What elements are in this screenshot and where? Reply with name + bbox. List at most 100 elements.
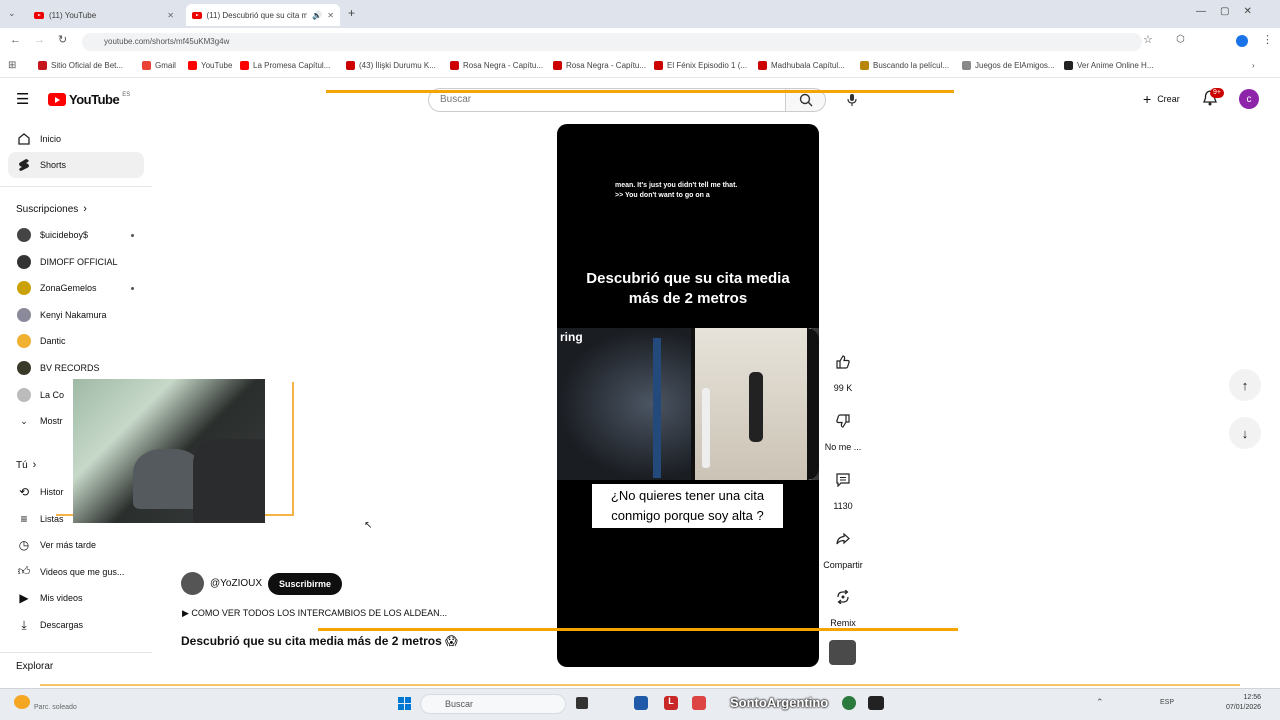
you-item[interactable]: 👍︎ Videos que me gus... [8, 559, 144, 585]
close-tab-icon[interactable]: ✕ [327, 11, 334, 20]
reload-icon[interactable]: ↻ [58, 33, 67, 46]
taskbar-search-label: Buscar [445, 699, 474, 709]
subscription-label: ZonaGemelos [40, 283, 97, 294]
bookmark-item[interactable]: Sitio Oficial de Bet... [38, 61, 123, 70]
like-button[interactable]: 99 K [822, 345, 864, 393]
sidebar-item-shorts[interactable]: Shorts [8, 152, 144, 178]
bookmark-item[interactable]: Buscando la películ... [860, 61, 949, 70]
menu-kebab-icon[interactable]: ⋮ [1262, 33, 1273, 46]
mouse-cursor-icon: ↖ [364, 520, 373, 531]
browser-tab-youtube[interactable]: (11) YouTube ✕ [28, 4, 180, 26]
bookmark-label: La Promesa Capítul... [253, 61, 331, 70]
comments-button[interactable]: 1130 [822, 463, 864, 511]
bookmark-label: Gmail [155, 61, 176, 70]
you-item[interactable]: ⤓ Descargas [8, 612, 144, 638]
channel-avatar [17, 254, 31, 269]
notifications-button[interactable]: 9+ [1203, 88, 1224, 111]
new-tab-button[interactable]: + [348, 6, 355, 20]
account-avatar[interactable]: c [1239, 89, 1259, 109]
overlay-bar [40, 684, 1240, 686]
video-title-overlay: Descubrió que su cita media más de 2 met… [586, 270, 790, 307]
windows-start-icon[interactable] [398, 697, 411, 710]
bookmark-item[interactable]: Juegos de ElAmigos... [962, 61, 1055, 70]
bookmark-item[interactable]: Gmail [142, 61, 176, 70]
bookmark-star-icon[interactable]: ☆ [1143, 33, 1153, 46]
forward-icon[interactable]: → [34, 34, 45, 46]
subscription-item[interactable]: Kenyi Nakamura [8, 302, 144, 328]
you-heading[interactable]: Tú › [16, 459, 36, 471]
apps-grid-icon[interactable]: ⊞ [8, 60, 16, 71]
bookmark-item[interactable]: Ver Anime Online H... [1064, 61, 1153, 70]
youtube-logo[interactable]: YouTube ES [48, 92, 130, 107]
app-dark-icon[interactable] [868, 696, 884, 710]
profile-avatar[interactable] [1236, 35, 1248, 47]
app-green-icon[interactable] [842, 696, 856, 710]
url-text: youtube.com/shorts/mf45uKM3g4w [104, 37, 230, 46]
dislike-label: No me ... [824, 442, 862, 452]
you-item[interactable]: ▶ Mis videos [8, 585, 144, 611]
bookmark-item[interactable]: Rosa Negra - Capítu... [553, 61, 646, 70]
close-tab-icon[interactable]: ✕ [167, 11, 174, 20]
new-content-dot [131, 233, 134, 237]
audio-icon[interactable]: 🔊 [312, 11, 322, 20]
overlay-bar [318, 628, 958, 631]
bookmark-item[interactable]: La Promesa Capítul... [240, 61, 330, 70]
bookmark-item[interactable]: Rosa Negra - Capítu... [450, 61, 543, 70]
bookmark-item[interactable]: YouTube [188, 61, 232, 70]
language-indicator[interactable]: ESP [1160, 699, 1174, 706]
bookmark-label: El Fénix Episodio 1 (... [667, 61, 748, 70]
url-field[interactable]: youtube.com/shorts/mf45uKM3g4w [82, 33, 1142, 51]
bookmark-label: YouTube [201, 61, 233, 70]
create-button[interactable]: + Crear [1133, 87, 1190, 111]
dislike-button[interactable]: No me ... [822, 404, 864, 452]
bookmark-item[interactable]: (43) İlişki Durumu K... [346, 61, 436, 70]
sidebar-item-label: Inicio [40, 134, 62, 144]
windows-taskbar: Parc. soleado Buscar L SontoArgentino ⌃ … [0, 688, 1280, 720]
channel-avatar[interactable] [181, 572, 204, 595]
like-count: 99 K [833, 383, 853, 393]
clock[interactable]: 12:56 07/01/2026 [1226, 693, 1261, 713]
previous-short-button[interactable]: ↑ [1229, 369, 1261, 401]
extensions-icon[interactable]: ⬡ [1176, 34, 1185, 45]
you-item[interactable]: ◷ Ver más tarde [8, 532, 144, 558]
browser-tab-active[interactable]: (11) Descubrió que su cita me 🔊 ✕ [186, 4, 340, 26]
chevron-up-icon[interactable]: ⌃ [1096, 697, 1104, 708]
subscription-item[interactable]: BV RECORDS [8, 355, 144, 381]
you-item-label: Descargas [40, 620, 84, 630]
subscriptions-heading[interactable]: Suscripciones › [16, 203, 87, 215]
remix-button[interactable]: Remix [822, 580, 864, 628]
shorts-video-player[interactable]: mean. It's just you didn't tell me that.… [557, 124, 819, 667]
window-controls[interactable]: —▢✕ [1196, 6, 1266, 17]
next-short-button[interactable]: ↓ [1229, 417, 1261, 449]
plus-icon: + [1143, 91, 1152, 107]
home-icon [18, 133, 30, 145]
taskbar-search[interactable]: Buscar [420, 694, 566, 714]
share-button[interactable]: Compartir [818, 522, 868, 570]
bookmark-item[interactable]: El Fénix Episodio 1 (... [654, 61, 747, 70]
browser-tab-bar: ⌄ (11) YouTube ✕ (11) Descubrió que su c… [0, 0, 1280, 28]
hamburger-menu-icon[interactable]: ☰ [16, 90, 29, 108]
my-videos-icon: ▶ [19, 591, 29, 606]
playlist-link[interactable]: ▶ COMO VER TODOS LOS INTERCAMBIOS DE LOS… [182, 608, 447, 619]
audio-thumbnail[interactable] [829, 640, 856, 665]
sidebar-item-inicio[interactable]: Inicio [8, 126, 144, 152]
app-icon[interactable] [692, 696, 706, 710]
subscription-item[interactable]: DIMOFF OFFICIAL [8, 249, 144, 275]
tab-list-icon[interactable]: ⌄ [8, 8, 16, 19]
app-l-icon[interactable]: L [664, 696, 678, 710]
weather-icon[interactable] [14, 695, 30, 709]
task-view-icon[interactable] [576, 697, 588, 709]
bookmark-label: Juegos de ElAmigos... [975, 61, 1055, 70]
back-icon[interactable]: ← [10, 34, 21, 46]
store-app-icon[interactable] [634, 696, 648, 710]
like-icon: 👍︎ [17, 564, 31, 579]
more-bookmarks-icon[interactable]: › [1252, 61, 1255, 70]
channel-name[interactable]: @YoZIOUX [210, 578, 262, 589]
subscription-item[interactable]: Dantic [8, 328, 144, 354]
channel-avatar [17, 281, 31, 296]
subscription-item[interactable]: $uicideboy$ [8, 222, 144, 248]
bookmark-item[interactable]: Madhubala Capítul... [758, 61, 845, 70]
subscription-item[interactable]: ZonaGemelos [8, 275, 144, 301]
subscribe-button[interactable]: Suscribirme [268, 572, 343, 595]
you-item-label: Videos que me gus... [40, 566, 125, 577]
